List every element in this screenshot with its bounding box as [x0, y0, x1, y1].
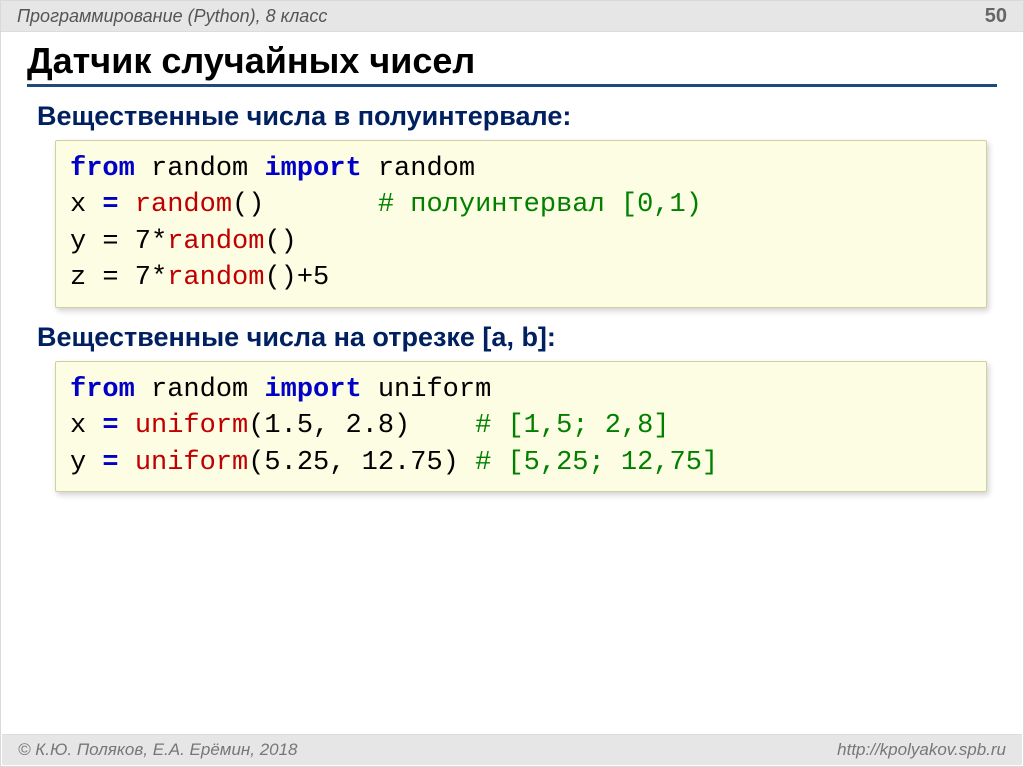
- code-text: [119, 190, 135, 220]
- function-name: uniform: [135, 411, 248, 441]
- code-text: (): [232, 190, 378, 220]
- code-block-2: from random import uniform x = uniform(1…: [55, 361, 987, 492]
- keyword: from: [70, 375, 135, 405]
- code-text: x: [70, 411, 102, 441]
- code-text: random: [362, 154, 475, 184]
- keyword: import: [264, 154, 361, 184]
- function-name: random: [167, 263, 264, 293]
- comment: # [5,25; 12,75]: [475, 448, 718, 478]
- copyright: © К.Ю. Поляков, Е.А. Ерёмин, 2018: [18, 735, 298, 765]
- keyword: import: [264, 375, 361, 405]
- code-text: y: [70, 448, 102, 478]
- course-label: Программирование (Python), 8 класс: [17, 1, 327, 31]
- code-text: (5.25, 12.75): [248, 448, 475, 478]
- header-bar: Программирование (Python), 8 класс 50: [1, 1, 1023, 32]
- footer-bar: © К.Ю. Поляков, Е.А. Ерёмин, 2018 http:/…: [2, 734, 1022, 765]
- comment: # полуинтервал [0,1): [378, 190, 702, 220]
- page-number: 50: [985, 1, 1007, 31]
- footer-url: http://kpolyakov.spb.ru: [837, 735, 1006, 765]
- section2-heading: Вещественные числа на отрезке [a, b]:: [37, 322, 997, 353]
- code-text: uniform: [362, 375, 492, 405]
- function-name: uniform: [135, 448, 248, 478]
- operator: =: [102, 411, 118, 441]
- slide: Программирование (Python), 8 класс 50 Да…: [0, 0, 1024, 767]
- function-name: random: [167, 227, 264, 257]
- operator: =: [102, 448, 118, 478]
- code-text: random: [135, 375, 265, 405]
- code-text: z = 7*: [70, 263, 167, 293]
- keyword: from: [70, 154, 135, 184]
- code-block-1: from random import random x = random() #…: [55, 140, 987, 308]
- function-name: random: [135, 190, 232, 220]
- code-text: (1.5, 2.8): [248, 411, 475, 441]
- code-text: (): [264, 227, 296, 257]
- code-text: random: [135, 154, 265, 184]
- code-text: ()+5: [264, 263, 329, 293]
- operator: =: [102, 190, 118, 220]
- slide-title: Датчик случайных чисел: [27, 40, 997, 87]
- section1-heading: Вещественные числа в полуинтервале:: [37, 101, 997, 132]
- content: Датчик случайных чисел Вещественные числ…: [1, 32, 1023, 492]
- comment: # [1,5; 2,8]: [475, 411, 669, 441]
- code-text: [119, 448, 135, 478]
- code-text: x: [70, 190, 102, 220]
- code-text: [119, 411, 135, 441]
- code-text: y = 7*: [70, 227, 167, 257]
